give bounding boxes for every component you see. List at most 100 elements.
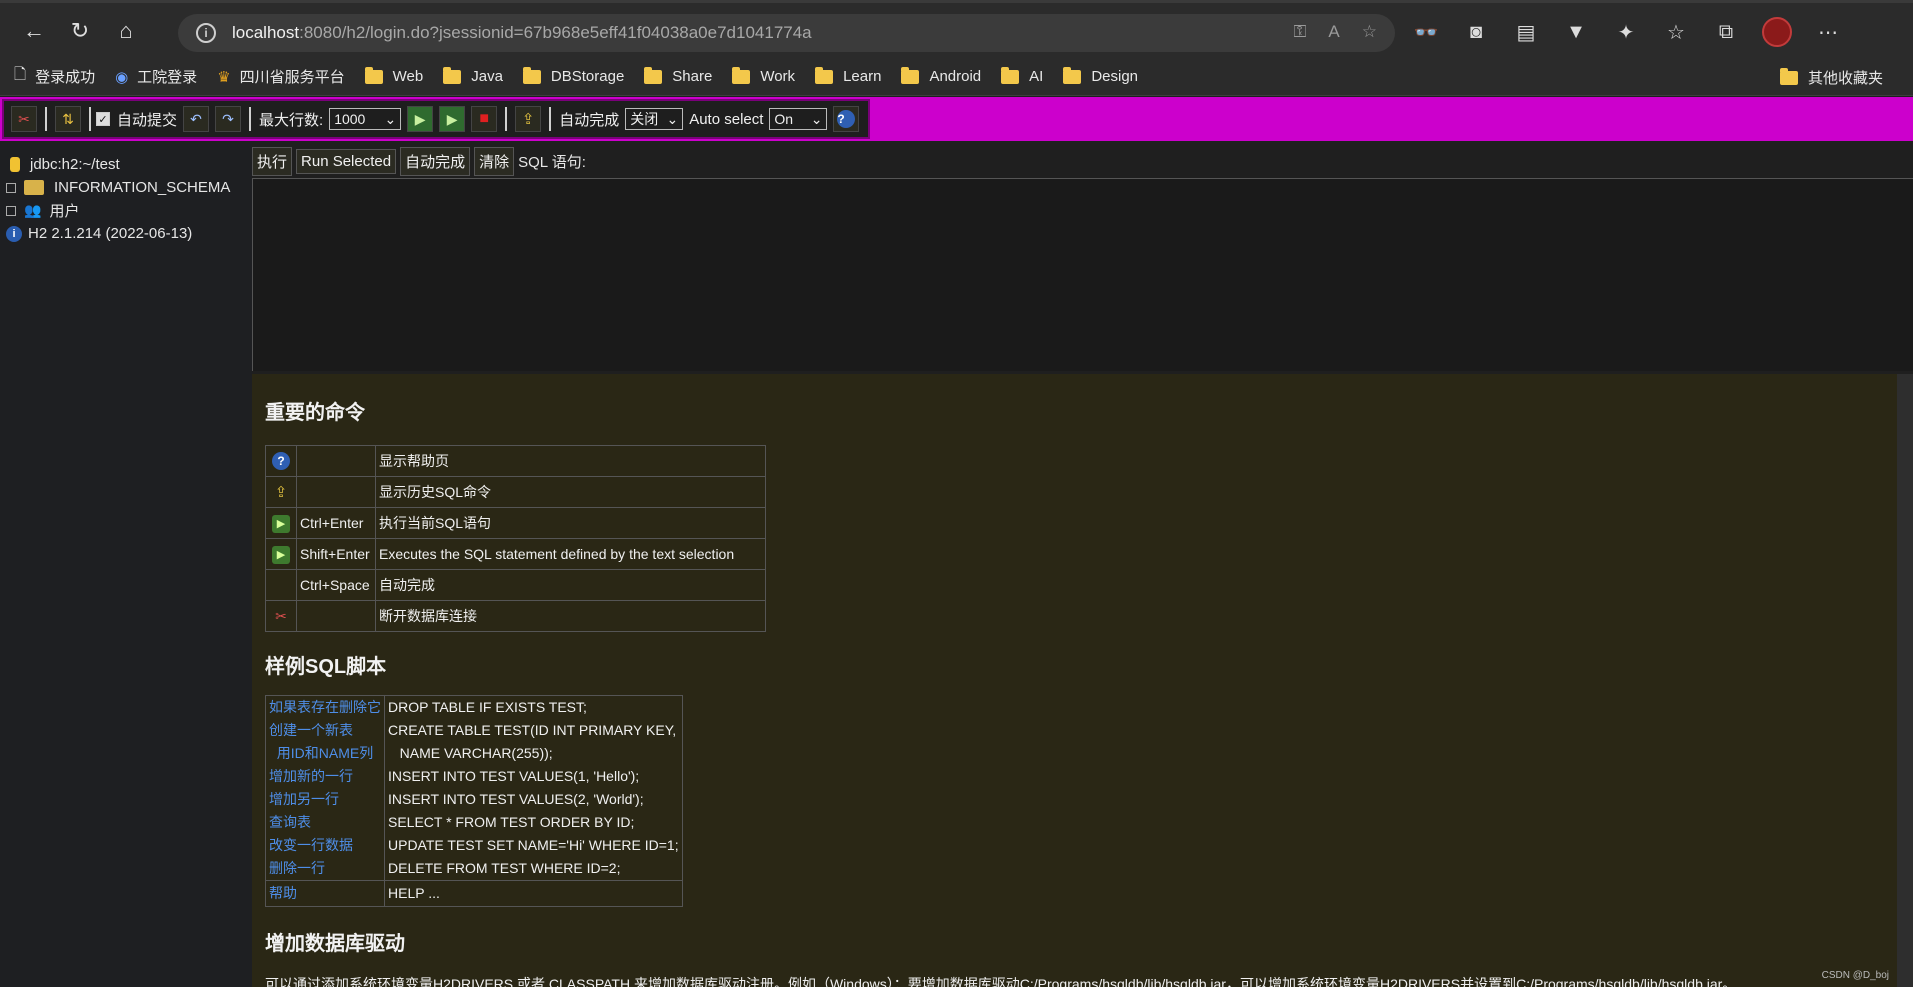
- table-row: ✂ 断开数据库连接: [265, 600, 766, 632]
- run-selected-text-button[interactable]: Run Selected: [296, 148, 397, 174]
- favorites-icon[interactable]: ☆: [1662, 18, 1690, 46]
- divider: [89, 107, 91, 131]
- database-icon: [10, 157, 20, 172]
- bookmarks-bar: 🗋 登录成功 ◉ 工院登录 ♛ 四川省服务平台 Web Java DBStorage …: [0, 58, 1913, 96]
- folder-icon: [815, 66, 834, 84]
- bookmark-folder[interactable]: DBStorage: [522, 66, 624, 85]
- help-panel: 重要的命令 ? 显示帮助页 ⇪ 显示历史SQL命令 ▶ Ctrl+Enter 执…: [252, 374, 1897, 987]
- bookmark-folder[interactable]: Android: [901, 66, 981, 85]
- help-link[interactable]: 帮助: [265, 880, 385, 907]
- bookmark-folder[interactable]: Design: [1063, 66, 1138, 85]
- bookmark-folder[interactable]: Web: [364, 66, 423, 85]
- chevron-down-icon: ⌄: [384, 110, 397, 127]
- folder-icon: [443, 66, 462, 84]
- table-row[interactable]: 增加另一行 INSERT INTO TEST VALUES(2, 'World')…: [265, 788, 683, 811]
- sample-link[interactable]: 改变一行数据: [265, 834, 385, 857]
- sample-link[interactable]: 创建一个新表: [265, 719, 385, 742]
- table-row[interactable]: 增加新的一行 INSERT INTO TEST VALUES(1, 'Hello'…: [265, 765, 683, 788]
- expand-toggle[interactable]: [6, 182, 16, 193]
- run-selected-button[interactable]: ▶: [439, 106, 466, 132]
- history-button[interactable]: ⇪: [515, 106, 542, 132]
- sample-link[interactable]: 用ID和NAME列: [265, 742, 385, 765]
- divider: [249, 107, 252, 131]
- more-menu-icon[interactable]: ⋯: [1814, 18, 1842, 46]
- bookmark-folder[interactable]: Share: [644, 66, 712, 85]
- other-bookmarks-folder[interactable]: 其他收藏夹: [1779, 67, 1883, 88]
- table-row[interactable]: 改变一行数据 UPDATE TEST SET NAME='Hi' WHERE ID…: [265, 834, 683, 857]
- autocomplete-button[interactable]: 自动完成: [400, 146, 471, 176]
- key-icon[interactable]: ⚿: [1293, 22, 1306, 42]
- help-button[interactable]: ?: [833, 106, 860, 132]
- home-icon[interactable]: ⌂: [106, 11, 146, 51]
- folder-icon: [644, 66, 663, 84]
- autocommit-checkbox[interactable]: ✓: [96, 112, 110, 126]
- address-bar[interactable]: i localhost:8080/h2/login.do?jsessionid=…: [178, 14, 1395, 52]
- folder-icon: [364, 66, 383, 84]
- bookmark-item[interactable]: ♛ 四川省服务平台: [217, 66, 344, 87]
- tree-schema[interactable]: INFORMATION_SCHEMA: [0, 176, 252, 199]
- sample-link[interactable]: 如果表存在删除它: [265, 695, 385, 719]
- table-row[interactable]: 帮助 HELP ...: [265, 880, 683, 907]
- table-row: Ctrl+Space 自动完成: [265, 569, 766, 601]
- chevron-down-icon: ⌄: [666, 110, 679, 127]
- bookmark-item[interactable]: 🗋 登录成功: [14, 64, 95, 89]
- watermark: CSDN @D_boj: [1821, 970, 1889, 981]
- sample-link[interactable]: 删除一行: [265, 857, 385, 881]
- folder-icon: [1001, 66, 1020, 84]
- rollback-button[interactable]: ↶: [183, 106, 210, 132]
- help-scrollbar[interactable]: [1897, 374, 1913, 987]
- maxrows-select[interactable]: 1000 ⌄: [329, 108, 402, 130]
- history-icon: ⇪: [274, 484, 288, 501]
- sample-link[interactable]: 查询表: [265, 811, 385, 834]
- extension-book-icon[interactable]: ▤: [1512, 18, 1540, 46]
- table-row[interactable]: 用ID和NAME列 NAME VARCHAR(255));: [265, 742, 683, 765]
- clear-button[interactable]: 清除: [474, 146, 515, 176]
- favorite-add-icon[interactable]: ☆: [1362, 22, 1377, 42]
- table-row[interactable]: 如果表存在删除它 DROP TABLE IF EXISTS TEST;: [265, 695, 683, 719]
- disconnect-icon: ✂: [18, 110, 30, 127]
- run-button[interactable]: ▶: [407, 106, 434, 132]
- commit-button[interactable]: ↷: [215, 106, 242, 132]
- table-row[interactable]: 查询表 SELECT * FROM TEST ORDER BY ID;: [265, 811, 683, 834]
- extensions-icon[interactable]: ✦: [1612, 18, 1640, 46]
- bookmark-item[interactable]: ◉ 工院登录: [115, 66, 197, 87]
- sample-link[interactable]: 增加另一行: [265, 788, 385, 811]
- h2-toolbar: ✂ ⇅ ✓ 自动提交 ↶ ↷ 最大行数: 1000 ⌄ ▶ ▶ ■ ⇪ 自动完成 …: [0, 97, 1913, 141]
- read-aloud-icon[interactable]: A: [1328, 22, 1339, 42]
- history-icon: ⇪: [521, 111, 535, 128]
- autoselect-select[interactable]: On ⌄: [769, 108, 828, 130]
- bookmark-folder[interactable]: Learn: [815, 66, 881, 85]
- extension-glasses-icon[interactable]: 👓: [1412, 18, 1440, 46]
- folder-icon: [732, 66, 751, 84]
- disconnect-button[interactable]: ✂: [11, 106, 37, 132]
- bookmark-folder[interactable]: Java: [443, 66, 503, 85]
- tree-users[interactable]: 👥 用户: [0, 199, 252, 222]
- url-path: :8080/h2/login.do?jsessionid=67b968e5eff…: [299, 23, 812, 42]
- site-info-icon[interactable]: i: [196, 23, 216, 43]
- expand-toggle[interactable]: [6, 205, 16, 216]
- table-row[interactable]: 创建一个新表 CREATE TABLE TEST(ID INT PRIMARY K…: [265, 719, 683, 742]
- extension-ghost-icon[interactable]: ◙: [1462, 18, 1490, 46]
- reload-icon[interactable]: ↻: [60, 11, 100, 51]
- stop-button[interactable]: ■: [471, 106, 498, 132]
- collections-icon[interactable]: ⧉: [1712, 18, 1740, 46]
- emblem-icon: ♛: [217, 68, 231, 86]
- commit-icon: ↷: [222, 110, 234, 127]
- folder-icon: [1779, 67, 1798, 85]
- bookmark-folder[interactable]: Work: [732, 66, 795, 85]
- tree-connection[interactable]: jdbc:h2:~/test: [0, 153, 252, 176]
- execute-button[interactable]: 执行: [252, 146, 293, 176]
- disconnect-icon: ✂: [275, 607, 287, 624]
- bookmark-folder[interactable]: AI: [1001, 66, 1043, 85]
- sample-link[interactable]: 增加新的一行: [265, 765, 385, 788]
- profile-avatar[interactable]: [1762, 17, 1792, 47]
- refresh-button[interactable]: ⇅: [55, 106, 81, 132]
- extension-v-icon[interactable]: ▼: [1562, 18, 1590, 46]
- run-icon: ▶: [414, 110, 426, 127]
- back-icon[interactable]: ←: [14, 11, 54, 51]
- autocomplete-label: 自动完成: [559, 111, 620, 129]
- sql-editor[interactable]: [252, 178, 1913, 371]
- maxrows-label: 最大行数:: [259, 111, 324, 129]
- autocomplete-select[interactable]: 关闭 ⌄: [625, 108, 684, 130]
- table-row[interactable]: 删除一行 DELETE FROM TEST WHERE ID=2;: [265, 857, 683, 881]
